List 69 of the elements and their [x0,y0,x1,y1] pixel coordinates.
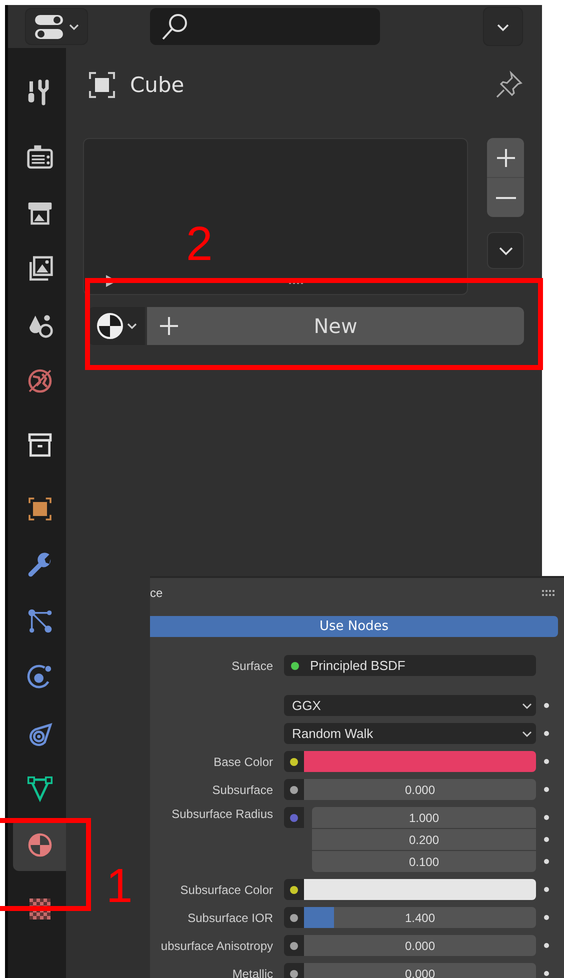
editor-type-button[interactable] [25,8,88,45]
sphere-icon [96,312,124,340]
box-icon [26,431,54,459]
camera-icon [26,143,54,171]
keyframe-dot[interactable] [544,971,548,976]
globe-icon [26,367,54,395]
socket-dot[interactable] [290,970,298,978]
property-label: Subsurface Color [180,882,273,896]
wrench-icon [26,551,54,579]
vertices-icon [26,607,54,635]
keyframe-dot[interactable] [544,731,548,736]
chevron-icon [522,700,532,710]
keyframe-dot[interactable] [544,787,548,792]
property-label: Subsurface Radius [172,807,273,821]
number-field[interactable]: 0.000 [304,779,536,800]
grip-icon [542,590,556,596]
keyframe-dot[interactable] [544,859,548,864]
socket-dot[interactable] [290,886,298,894]
pin-icon [494,70,524,100]
dropdown-field[interactable]: Random Walk [284,723,536,744]
property-label: Subsurface [212,782,273,796]
new-material-button[interactable]: New [147,307,524,345]
keyframe-dot[interactable] [544,887,548,892]
search-field[interactable] [150,8,380,45]
socket-dot[interactable] [290,814,298,822]
object-name: Cube [130,73,184,97]
keyframe-dot[interactable] [544,915,548,920]
search-icon [160,12,190,42]
square-icon [26,495,54,523]
mesh-icon [26,775,54,803]
chevron-icon [522,728,532,738]
property-label: Surface [232,658,273,672]
material-slot-list[interactable] [83,138,468,295]
shader-field[interactable]: Principled BSDF [284,655,536,676]
use-nodes-button[interactable]: Use Nodes [150,616,558,637]
keyframe-dot[interactable] [544,837,548,842]
property-label: Base Color [214,754,273,768]
dropdown-field[interactable]: GGX [284,695,536,716]
property-label: Metallic [232,966,273,978]
keyframe-dot[interactable] [544,703,548,708]
socket-dot[interactable] [290,914,298,922]
minus-icon [496,196,516,198]
sphere-icon [26,831,54,859]
number-field[interactable]: 0.000 [304,963,536,978]
orbit-icon [26,663,54,691]
step-number: 1 [106,863,133,911]
number-field[interactable]: 0.100 [312,851,536,872]
number-field[interactable]: 1.400 [304,907,536,928]
property-label: ubsurface Anisotropy [160,938,273,952]
number-field[interactable]: 1.000 [312,807,536,828]
property-label: Subsurface IOR [188,910,273,924]
number-field[interactable]: 0.000 [304,935,536,956]
keyframe-dot[interactable] [544,943,548,948]
color-swatch[interactable] [304,879,536,900]
keyframe-dot[interactable] [544,759,548,764]
step-number: 2 [186,221,213,269]
socket-dot[interactable] [290,758,298,766]
shader-name: Principled BSDF [310,658,406,673]
color-swatch[interactable] [304,751,536,772]
socket-dot[interactable] [290,786,298,794]
socket-dot[interactable] [290,942,298,950]
panel-title: ce [150,586,163,600]
plus-icon [494,146,516,168]
number-field[interactable]: 0.200 [312,829,536,850]
plus-icon [159,316,179,336]
menu-button[interactable] [487,232,524,269]
keyframe-dot[interactable] [544,815,548,820]
browse-material-button[interactable] [88,307,145,345]
object-icon [88,71,116,99]
